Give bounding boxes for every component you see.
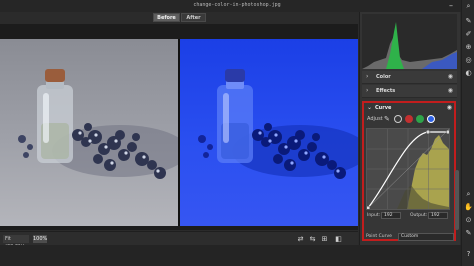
sampler-icon[interactable]: ✎ [464, 229, 473, 238]
effects-section[interactable]: › Effects ◉ [362, 85, 457, 98]
zoom-fit-dropdown[interactable]: Fit (32.3%) [3, 235, 29, 250]
before-photo-art [18, 69, 178, 179]
input-label: Input: [367, 213, 381, 218]
search-icon[interactable]: ⌕ [464, 2, 473, 11]
after-photo-art [198, 69, 358, 179]
histogram [362, 14, 457, 69]
help-icon[interactable]: ? [464, 250, 473, 259]
effects-section-label: Effects [376, 88, 396, 94]
eyedropper-icon[interactable]: ✎ [384, 115, 390, 123]
color-section[interactable]: › Color ◉ [362, 71, 457, 84]
histogram-graph [362, 22, 457, 69]
brush-icon[interactable]: ✐ [464, 30, 473, 39]
eye-icon[interactable]: ◉ [448, 87, 453, 94]
bottom-strip [0, 245, 474, 266]
adjust-label: Adjust [367, 116, 383, 122]
blue-channel-button[interactable] [427, 115, 435, 123]
swap-icon[interactable]: ⇆ [308, 234, 317, 244]
target-icon[interactable]: ⊙ [464, 216, 473, 225]
title-bar: change-color-in-photoshop.jpg – ✕ [0, 0, 474, 12]
color-section-label: Color [376, 74, 391, 80]
green-channel-button[interactable] [416, 115, 424, 123]
minimize-icon[interactable]: – [446, 1, 456, 10]
chevron-right-icon: › [366, 73, 369, 80]
point-curve-row: Point Curve Custom [362, 232, 458, 242]
edit-icon[interactable]: ✎ [464, 17, 473, 26]
curve-graph[interactable] [365, 128, 451, 211]
curve-label: Curve [375, 105, 392, 111]
status-bar: Fit (32.3%) 100% ⇄ ⇆ ⊞ ◧ [0, 231, 358, 250]
red-channel-button[interactable] [405, 115, 413, 123]
after-image [180, 39, 358, 226]
image-canvas[interactable] [0, 24, 358, 230]
eye-icon[interactable]: ◉ [448, 73, 453, 80]
heal-icon[interactable]: ◎ [464, 56, 473, 65]
curve-panel: ⌄ Curve ◉ Adjust ✎ Input: 192 Output: 19… [362, 101, 456, 241]
preset-icon[interactable]: ◐ [464, 69, 473, 78]
crop-icon[interactable]: ⊕ [464, 43, 473, 52]
curve-plot[interactable] [365, 128, 451, 211]
point-curve-label: Point Curve [366, 234, 392, 239]
rgb-channel-button[interactable] [394, 115, 402, 123]
copy-settings-icon[interactable]: ⊞ [320, 234, 329, 244]
hand-icon[interactable]: ✋ [464, 203, 473, 212]
output-field[interactable]: 192 [428, 212, 448, 219]
after-button[interactable]: After [181, 13, 206, 22]
zoom-icon[interactable]: ⌕ [464, 190, 473, 199]
panel-scrollbar[interactable] [455, 170, 459, 230]
tool-strip: ⌕ ✎ ✐ ⊕ ◎ ◐ ⌕ ✋ ⊙ ✎ ? [461, 0, 474, 266]
chevron-down-icon: ⌄ [367, 104, 373, 111]
eye-icon[interactable]: ◉ [447, 104, 452, 111]
zoom-100-button[interactable]: 100% [33, 235, 47, 243]
edit-panel: › Color ◉ › Effects ◉ ⌄ Curve ◉ Adjust ✎ [359, 12, 460, 245]
curve-header[interactable]: ⌄ Curve ◉ [364, 103, 454, 114]
window-title: change-color-in-photoshop.jpg [193, 2, 281, 8]
before-button[interactable]: Before [153, 13, 180, 22]
chevron-right-icon: › [366, 87, 369, 94]
before-image [0, 39, 178, 226]
split-view-icon[interactable]: ⇄ [296, 234, 305, 244]
input-field[interactable]: 192 [381, 212, 401, 219]
output-label: Output: [410, 213, 428, 218]
compare-icon[interactable]: ◧ [334, 234, 343, 244]
point-curve-dropdown[interactable]: Custom [398, 233, 454, 241]
